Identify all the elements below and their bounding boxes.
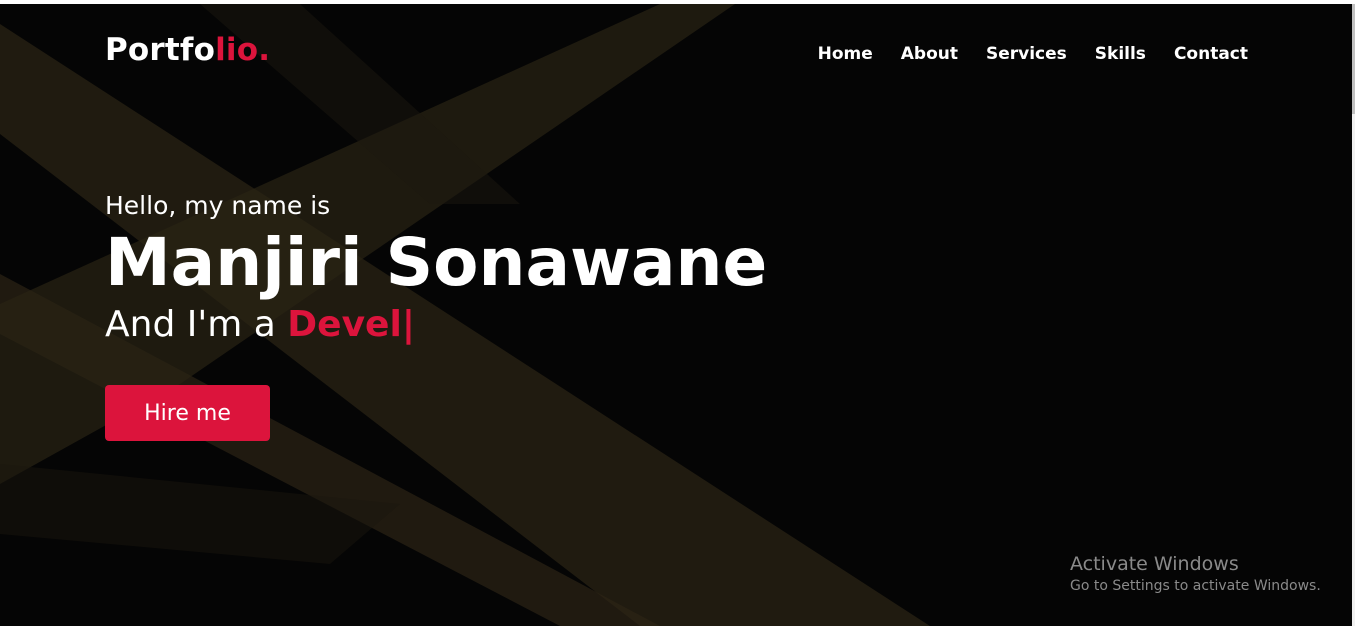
hero-role-prefix: And I'm a	[105, 304, 276, 345]
hero-greeting: Hello, my name is	[105, 191, 331, 220]
nav-link-contact[interactable]: Contact	[1174, 44, 1248, 64]
main-nav: Home About Services Skills Contact	[818, 44, 1248, 64]
nav-link-about[interactable]: About	[901, 44, 958, 64]
hero-role-typed: Devel	[287, 304, 402, 345]
site-logo[interactable]: Portfolio.	[105, 32, 270, 68]
activate-windows-subtitle: Go to Settings to activate Windows.	[1070, 578, 1321, 594]
typing-cursor: |	[401, 304, 415, 345]
nav-link-skills[interactable]: Skills	[1095, 44, 1146, 64]
logo-text-accent: lio.	[215, 32, 271, 68]
nav-link-services[interactable]: Services	[986, 44, 1067, 64]
hero-text: Hello, my name is Manjiri Sonawane And I…	[105, 190, 767, 348]
hero-role-line: And I'm a Devel|	[105, 302, 767, 348]
nav-link-home[interactable]: Home	[818, 44, 873, 64]
activate-windows-watermark: Activate Windows Go to Settings to activ…	[1070, 553, 1321, 596]
hero-name: Manjiri Sonawane	[105, 224, 768, 301]
activate-windows-title: Activate Windows	[1070, 553, 1239, 575]
logo-text-main: Portfo	[105, 32, 216, 68]
hire-me-button[interactable]: Hire me	[105, 385, 270, 441]
